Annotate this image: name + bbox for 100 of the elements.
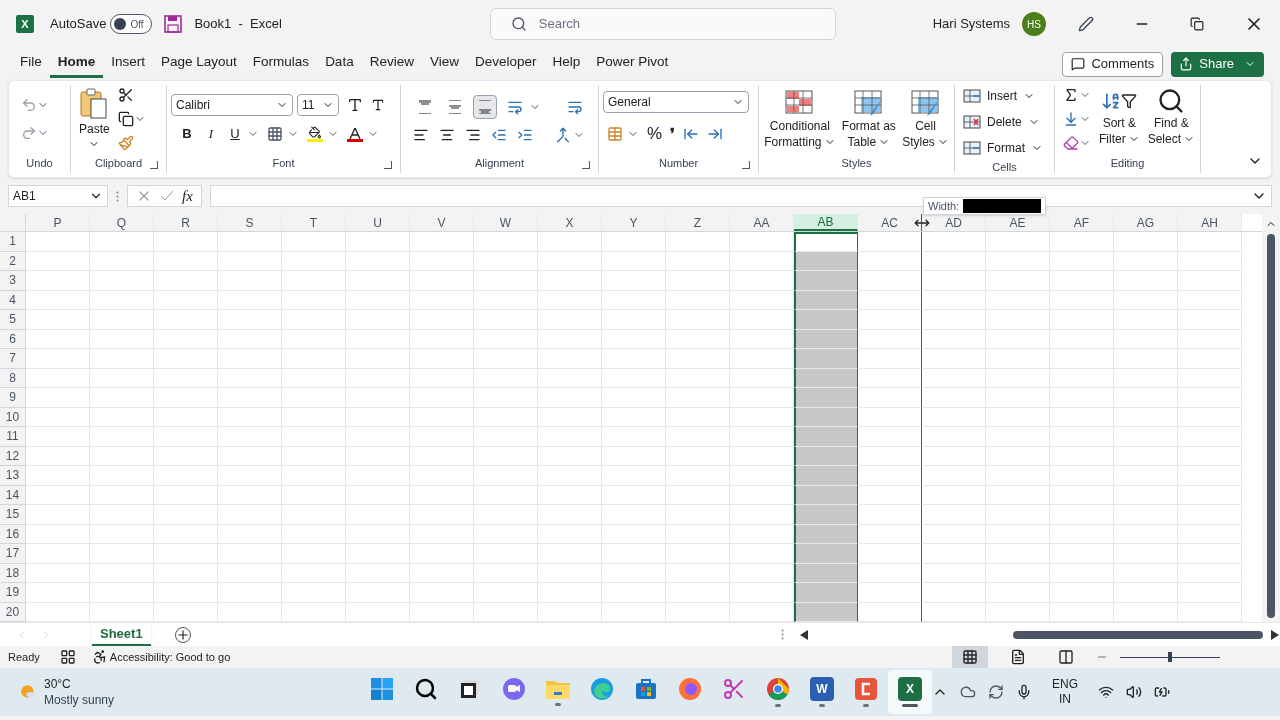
grid-cell[interactable] [858,583,922,603]
grid-cell[interactable] [794,232,858,252]
dialog-launcher-icon[interactable] [742,161,750,169]
grid-cell[interactable] [794,290,858,310]
style-button[interactable]: Format as Table [841,88,896,150]
percent-button[interactable]: % [647,121,663,147]
grid-cell[interactable] [858,505,922,525]
row-header[interactable]: 13 [0,466,26,486]
fill-icon[interactable] [1063,111,1079,127]
column-header[interactable]: X [538,214,602,231]
cells-button[interactable]: Insert [963,85,1043,107]
column-header[interactable]: U [346,214,410,231]
row-header[interactable]: 20 [0,602,26,622]
column-header[interactable]: AF [1050,214,1114,231]
row-header[interactable]: 14 [0,485,26,505]
grid-cell[interactable] [794,544,858,564]
font-size-dropdown[interactable]: 11 [297,94,339,117]
grid-cell[interactable] [858,544,922,564]
grid-cell[interactable] [858,310,922,330]
number-format-dropdown[interactable]: General [603,91,749,114]
redo-icon[interactable] [21,125,37,141]
grid-cell[interactable] [794,271,858,291]
row-header[interactable]: 16 [0,524,26,544]
font-color-icon[interactable] [347,126,363,142]
share-button[interactable]: Share [1171,51,1264,77]
grid-cell[interactable] [794,602,858,622]
column-header[interactable]: W [474,214,538,231]
cells-button[interactable]: Format [963,137,1043,159]
font-name-dropdown[interactable]: Calibri [171,94,293,117]
column-header[interactable]: P [26,214,90,231]
row-header[interactable]: 1 [0,232,26,252]
row-header[interactable]: 3 [0,271,26,291]
row-header[interactable]: 17 [0,544,26,564]
row-header[interactable]: 11 [0,427,26,447]
grid-cell[interactable] [794,485,858,505]
wrap-text-icon[interactable] [567,99,583,115]
ribbon-tab[interactable]: Help [544,50,589,78]
chrome-ring-icon[interactable] [766,677,790,701]
microphone-icon[interactable] [1016,684,1032,700]
accessibility-status[interactable]: Accessibility: Good to go [109,648,231,666]
decrease-indent-icon[interactable] [491,127,507,143]
grid-cell[interactable] [794,446,858,466]
grid-cell[interactable] [794,427,858,447]
grid-cell[interactable] [858,388,922,408]
style-button[interactable]: Conditional Formatting [764,88,836,150]
grid-cell[interactable] [858,271,922,291]
row-header[interactable]: 9 [0,388,26,408]
wifi-icon[interactable] [1098,684,1114,700]
insert-function-button[interactable]: fx [182,184,193,208]
dialog-launcher-icon[interactable] [582,161,590,169]
accessibility-icon[interactable] [91,649,108,665]
grid-cell[interactable] [858,524,922,544]
copy-icon[interactable] [117,111,134,127]
column-header[interactable]: R [154,214,218,231]
underline-button[interactable]: U [227,124,243,144]
grid-cell[interactable] [858,563,922,583]
comments-button[interactable]: Comments [1062,51,1164,77]
horizontal-scrollbar-thumb[interactable] [1012,630,1263,639]
row-header[interactable]: 12 [0,446,26,466]
ribbon-tab[interactable]: View [421,50,467,78]
search-field[interactable]: Search [489,8,836,40]
align-center-icon[interactable] [439,127,455,143]
check-icon[interactable] [160,189,174,203]
word-app-icon[interactable]: W [810,677,834,701]
paste-button[interactable]: Paste [75,88,114,150]
volume-icon[interactable] [1126,684,1142,700]
column-header[interactable]: AG [1114,214,1178,231]
ribbon-tab[interactable]: File [12,50,50,78]
user-avatar[interactable]: HS [1022,12,1046,36]
row-header[interactable]: 2 [0,251,26,271]
store-bag-icon[interactable] [634,677,658,701]
italic-button[interactable]: I [203,124,219,144]
autosave-toggle[interactable]: Off [110,14,153,34]
taskbar-app[interactable]: W [800,670,844,714]
column-header[interactable]: Y [602,214,666,231]
grid-cell[interactable] [794,563,858,583]
grid-cell[interactable] [858,427,922,447]
align-left-icon[interactable] [413,127,429,143]
row-header[interactable]: 10 [0,407,26,427]
recorder-app-icon[interactable] [854,677,878,701]
scroll-left-icon[interactable] [799,629,808,640]
battery-icon[interactable] [1154,684,1170,700]
grid-cell[interactable] [858,446,922,466]
pen-icon[interactable] [1078,16,1094,32]
cut-icon[interactable] [117,87,134,103]
fox-browser-icon[interactable] [678,677,702,701]
editing-button[interactable]: Find & Select [1147,87,1196,147]
row-header[interactable]: 7 [0,349,26,369]
align-right-icon[interactable] [465,127,481,143]
grid-cell[interactable] [794,407,858,427]
column-header[interactable]: Q [90,214,154,231]
style-button[interactable]: Cell Styles [902,88,949,150]
grid-cell[interactable] [794,524,858,544]
ribbon-tab[interactable]: Formulas [244,50,318,78]
row-header[interactable]: 4 [0,290,26,310]
save-icon[interactable] [164,15,183,33]
increase-indent-icon[interactable] [517,127,533,143]
borders-icon[interactable] [267,126,283,142]
grid-cell[interactable] [794,349,858,369]
language-code[interactable]: ENG [1052,677,1078,692]
